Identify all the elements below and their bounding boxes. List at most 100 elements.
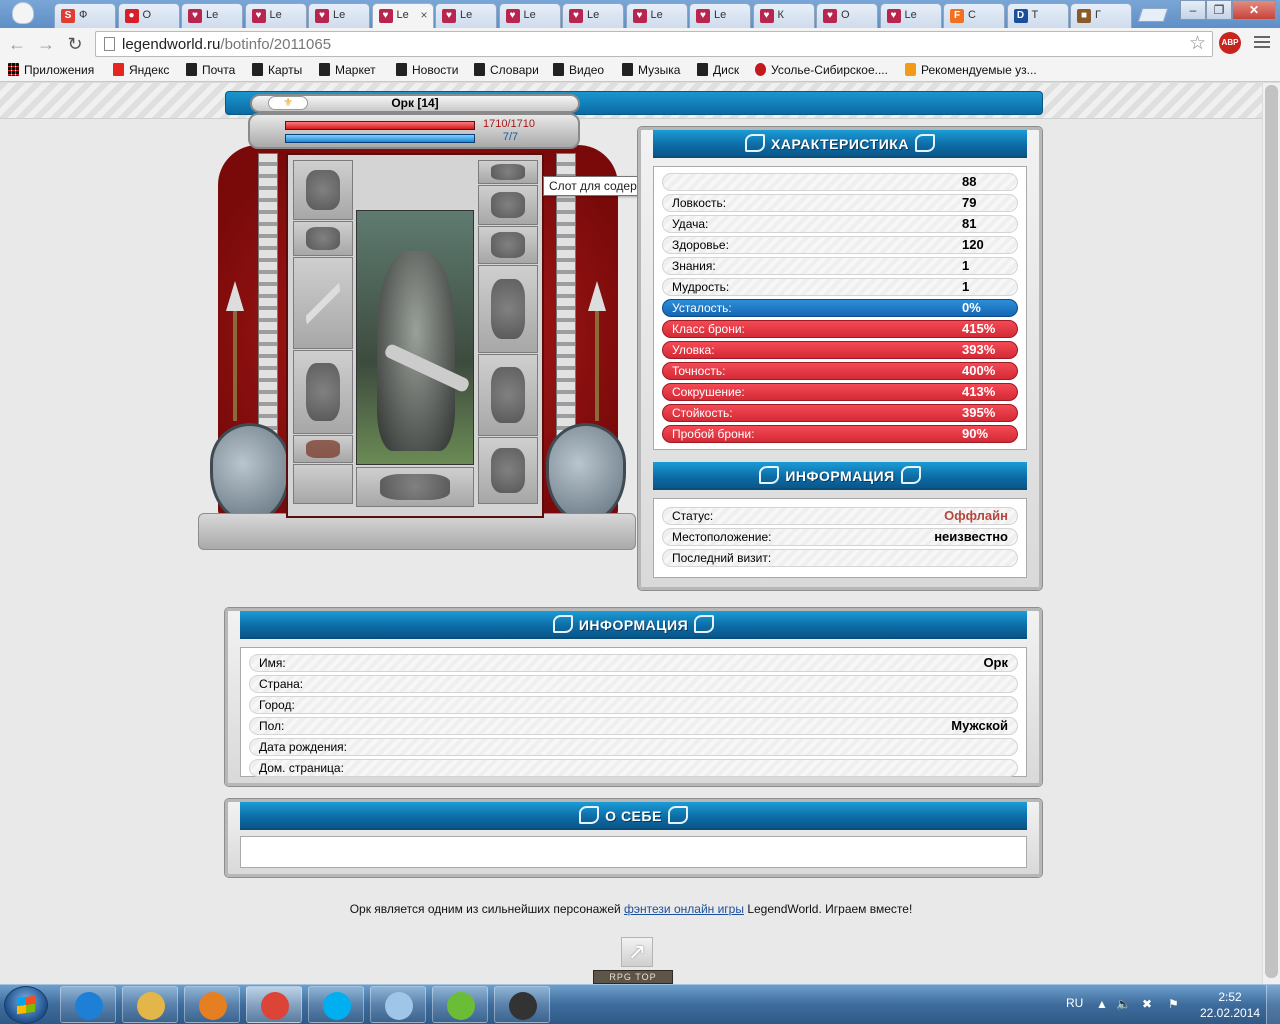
boots-slot[interactable] xyxy=(478,437,538,504)
tab-title: Le xyxy=(587,9,600,21)
window-close-button[interactable]: ✕ xyxy=(1232,0,1276,20)
network-error-icon[interactable]: ✖ xyxy=(1142,997,1152,1011)
browser-tab[interactable]: ♥ Le xyxy=(435,3,497,28)
taskbar-app-button[interactable] xyxy=(184,986,240,1023)
tab-favicon-icon: ♥ xyxy=(886,9,901,23)
back-icon[interactable]: ← xyxy=(6,33,28,55)
taskbar-app-button[interactable] xyxy=(494,986,550,1023)
stat-row: Пробой брони: 90% xyxy=(662,425,1018,443)
chrome-menu-icon[interactable] xyxy=(1254,36,1270,50)
taskbar-app-button[interactable] xyxy=(370,986,426,1023)
language-indicator[interactable]: RU xyxy=(1066,996,1083,1010)
forward-icon[interactable]: → xyxy=(35,33,57,55)
browser-tab[interactable]: ♥ Le xyxy=(562,3,624,28)
bookmark-item[interactable]: Новости xyxy=(396,63,458,79)
browser-tab[interactable]: ♥ Le xyxy=(625,3,688,28)
bookmark-label: Рекомендуемые уз... xyxy=(921,63,1037,77)
browser-tab[interactable]: ♥ Le xyxy=(689,3,751,28)
clock-time[interactable]: 2:52 xyxy=(1200,990,1260,1004)
profile-row: Дом. страница: xyxy=(249,759,1018,777)
leggings-slot[interactable] xyxy=(478,354,538,436)
bookmark-page-icon xyxy=(396,63,407,76)
page-scrollbar[interactable] xyxy=(1262,83,1280,984)
bookmark-item[interactable]: Карты xyxy=(252,63,302,79)
shield-slot[interactable] xyxy=(478,265,538,353)
browser-tab[interactable]: ■ Г xyxy=(1070,3,1132,28)
browser-tab[interactable]: ♥ К xyxy=(752,3,815,28)
maximize-button[interactable]: ❐ xyxy=(1206,0,1232,20)
show-desktop-button[interactable] xyxy=(1266,985,1280,1024)
taskbar-app-button[interactable] xyxy=(122,986,178,1023)
browser-tab[interactable]: ♥ Le xyxy=(308,3,370,28)
bookmark-item[interactable]: Яндекс xyxy=(113,63,169,79)
taskbar-app-button[interactable] xyxy=(246,986,302,1023)
bookmark-item[interactable]: Словари xyxy=(474,63,539,79)
browser-tab[interactable]: DТ xyxy=(1006,3,1069,28)
browser-tab[interactable]: ♥ Le xyxy=(879,3,942,28)
url-text[interactable]: legendworld.ru/botinfo/2011065 xyxy=(122,36,331,53)
reload-icon[interactable]: ↻ xyxy=(64,33,86,55)
browser-tab[interactable]: SФ xyxy=(54,3,116,28)
bookmark-item[interactable]: Диск xyxy=(697,63,739,79)
start-button[interactable] xyxy=(4,986,48,1024)
tab-close-icon[interactable]: × xyxy=(420,8,427,22)
taskbar-app-button[interactable] xyxy=(60,986,116,1023)
weapon-slot[interactable] xyxy=(293,257,353,349)
bookmark-item[interactable]: Видео xyxy=(553,63,604,79)
fantasy-game-link[interactable]: фэнтези онлайн игры xyxy=(624,902,744,916)
winged-emblem-icon[interactable]: ⚜ xyxy=(268,96,308,110)
armor-slot[interactable] xyxy=(293,350,353,434)
active-tab[interactable]: ♥ Le × xyxy=(371,3,434,29)
browser-tab[interactable]: ♥ О xyxy=(816,3,878,28)
apps-grid-icon xyxy=(8,63,19,76)
browser-tab[interactable]: ♥ Le xyxy=(244,3,307,28)
bookmark-page-icon xyxy=(553,63,564,76)
browser-tab[interactable]: ♥ Le xyxy=(498,3,561,28)
belt-content-slot[interactable] xyxy=(478,160,538,184)
new-tab-button[interactable] xyxy=(1137,8,1169,22)
footer-text-end: LegendWorld. Играем вместе! xyxy=(743,902,913,916)
stat-value: 415% xyxy=(962,321,996,336)
bookmark-label: Приложения xyxy=(24,63,95,77)
stat-label: Уловка: xyxy=(672,343,715,357)
profile-avatar-icon[interactable] xyxy=(12,2,34,24)
adblock-icon[interactable]: ABP xyxy=(1219,32,1241,54)
share-arrow-icon[interactable]: ↗ xyxy=(621,937,653,967)
tab-title: Le xyxy=(269,9,282,21)
action-center-icon[interactable]: ⚑ xyxy=(1168,997,1179,1011)
bookmark-star-icon[interactable]: ☆ xyxy=(1189,32,1206,55)
stat-value: 395% xyxy=(962,405,996,420)
address-bar[interactable]: legendworld.ru/botinfo/2011065 ☆ xyxy=(95,31,1213,57)
belt-slot[interactable] xyxy=(293,435,353,463)
bookmark-item[interactable]: Приложения xyxy=(8,63,94,79)
clock-date[interactable]: 22.02.2014 xyxy=(1200,1006,1260,1020)
bookmark-item[interactable]: Рекомендуемые уз... xyxy=(905,63,1037,79)
belt-pockets[interactable] xyxy=(293,464,353,504)
helmet-slot[interactable] xyxy=(293,160,353,220)
bookmark-item[interactable]: Почта xyxy=(186,63,235,79)
taskbar-app-button[interactable] xyxy=(432,986,488,1023)
scrollbar-thumb[interactable] xyxy=(1265,85,1278,978)
tab-favicon-icon: ♥ xyxy=(442,9,456,23)
taskbar-app-button[interactable] xyxy=(308,986,364,1023)
rpg-top-badge[interactable]: RPG TOP xyxy=(593,970,673,984)
browser-tab[interactable]: ♥ Le xyxy=(181,3,243,28)
amulet-slot[interactable] xyxy=(293,221,353,256)
volume-icon[interactable]: 🔈 xyxy=(1116,997,1131,1011)
bookmark-item[interactable]: Музыка xyxy=(622,63,680,79)
chrome-icon xyxy=(261,992,289,1020)
profile-label: Пол: xyxy=(259,719,285,733)
tab-favicon-icon: ● xyxy=(124,9,139,23)
minimize-button[interactable]: – xyxy=(1180,0,1206,20)
bookmark-item[interactable]: Усолье-Сибирское.... xyxy=(755,63,888,79)
tray-expand-icon[interactable]: ▲ xyxy=(1096,997,1108,1011)
browser-tab[interactable]: FС xyxy=(943,3,1005,28)
ornament-icon xyxy=(745,134,766,152)
ring-slots[interactable] xyxy=(356,467,474,507)
gloves-slot[interactable] xyxy=(478,226,538,264)
browser-tab[interactable]: ● О xyxy=(117,3,180,28)
bracers-slot[interactable] xyxy=(478,185,538,225)
stat-label: Знания: xyxy=(672,259,716,273)
tab-title: Г xyxy=(1095,9,1101,21)
bookmark-item[interactable]: Маркет xyxy=(319,63,376,79)
